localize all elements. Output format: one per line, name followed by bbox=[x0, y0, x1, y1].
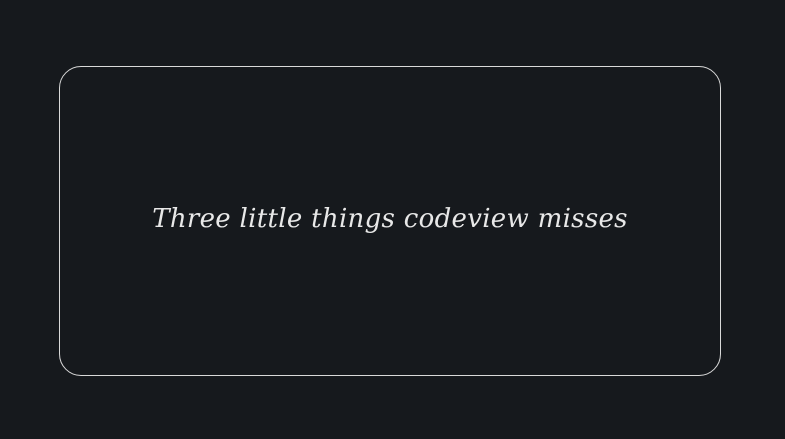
rounded-rectangle-shape[interactable]: Three little things codeview misses bbox=[59, 66, 721, 376]
diagram-canvas: Three little things codeview misses bbox=[0, 0, 785, 439]
shape-label: Three little things codeview misses bbox=[152, 204, 628, 234]
